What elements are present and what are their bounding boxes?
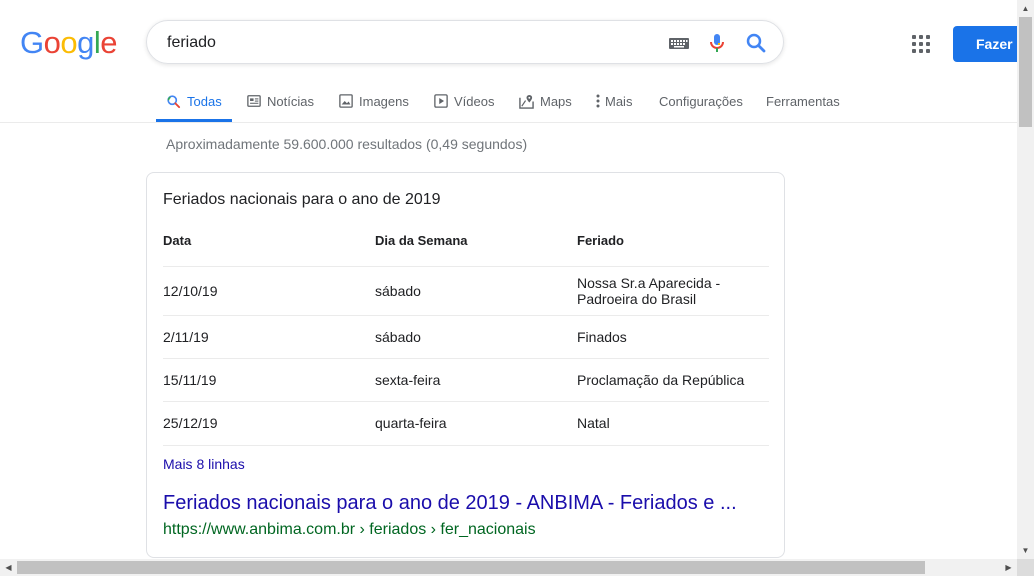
tab-label: Configurações (659, 93, 743, 109)
column-header-date: Data (163, 233, 192, 248)
tab-label: Notícias (267, 93, 314, 109)
news-icon (247, 94, 261, 108)
tab-configuracoes[interactable]: Configurações (659, 81, 743, 121)
search-icon[interactable] (744, 31, 768, 55)
horizontal-scroll-thumb[interactable] (17, 561, 925, 574)
vertical-scroll-thumb[interactable] (1019, 17, 1032, 127)
cell-date: 25/12/19 (163, 415, 218, 431)
scroll-right-arrow-icon[interactable]: ▶ (1000, 559, 1017, 576)
cell-holiday: Natal (577, 415, 610, 431)
cell-holiday: Proclamação da República (577, 372, 745, 388)
scroll-left-arrow-icon[interactable]: ◀ (0, 559, 17, 576)
cell-date: 2/11/19 (163, 329, 209, 345)
scroll-down-arrow-icon[interactable]: ▼ (1017, 542, 1034, 559)
table-row: 12/10/19 sábado Nossa Sr.a Aparecida - P… (163, 266, 769, 316)
result-url[interactable]: https://www.anbima.com.br › feriados › f… (163, 521, 536, 539)
tab-label: Maps (540, 93, 572, 109)
search-input[interactable]: feriado (167, 34, 216, 52)
table-row: 2/11/19 sábado Finados (163, 315, 769, 359)
tab-noticias[interactable]: Notícias (247, 81, 314, 121)
sign-in-button[interactable]: Fazer (953, 26, 1023, 62)
more-rows-link[interactable]: Mais 8 linhas (163, 456, 245, 472)
result-title-link[interactable]: Feriados nacionais para o ano de 2019 - … (163, 492, 737, 515)
scrollbar-corner (1017, 559, 1034, 576)
logo-letter: g (77, 25, 94, 60)
active-tab-indicator (156, 119, 232, 122)
cell-holiday: Nossa Sr.a Aparecida - Padroeira do Bras… (577, 275, 721, 307)
cell-holiday: Finados (577, 329, 627, 345)
cell-weekday: sexta-feira (375, 372, 441, 388)
vertical-scrollbar[interactable]: ▲ ▼ (1017, 0, 1034, 560)
cell-date: 15/11/19 (163, 372, 217, 388)
tab-videos[interactable]: Vídeos (434, 81, 494, 121)
tab-label: Vídeos (454, 93, 495, 109)
horizontal-scrollbar[interactable]: ◀ ▶ (0, 559, 1017, 576)
tab-mais[interactable]: Mais (596, 81, 632, 121)
more-vert-icon (596, 94, 600, 108)
tab-label: Ferramentas (766, 93, 840, 109)
table-row: 25/12/19 quarta-feira Natal (163, 401, 769, 446)
result-stats: Aproximadamente 59.600.000 resultados (0… (166, 136, 528, 152)
column-header-holiday: Feriado (577, 233, 624, 248)
logo-letter: G (20, 25, 44, 60)
map-icon (519, 94, 534, 109)
image-icon (339, 94, 353, 108)
microphone-icon[interactable] (705, 31, 729, 55)
cell-date: 12/10/19 (163, 283, 218, 299)
google-logo[interactable]: Google (20, 25, 118, 61)
snippet-heading: Feriados nacionais para o ano de 2019 (163, 191, 441, 208)
logo-letter: o (60, 25, 78, 60)
tab-label: Todas (187, 93, 222, 109)
video-icon (434, 94, 448, 108)
featured-snippet-card: Feriados nacionais para o ano de 2019 Da… (146, 172, 785, 558)
search-box[interactable]: feriado (146, 20, 784, 64)
tab-ferramentas[interactable]: Ferramentas (766, 81, 840, 121)
tab-label: Mais (605, 93, 633, 109)
cell-weekday: sábado (375, 283, 421, 299)
cell-weekday: quarta-feira (375, 415, 447, 431)
tab-todas[interactable]: Todas (156, 81, 232, 122)
search-tabs: Todas Notícias Imagens Vídeos Maps Mais … (0, 81, 1018, 123)
tab-label: Imagens (359, 93, 409, 109)
apps-grid-icon[interactable] (910, 33, 932, 55)
keyboard-icon[interactable] (667, 31, 691, 55)
column-header-weekday: Dia da Semana (375, 233, 468, 248)
tab-imagens[interactable]: Imagens (339, 81, 409, 121)
logo-letter: o (43, 25, 61, 60)
scroll-up-arrow-icon[interactable]: ▲ (1017, 0, 1034, 17)
search-icon (166, 94, 181, 109)
cell-weekday: sábado (375, 329, 421, 345)
tab-maps[interactable]: Maps (519, 81, 572, 121)
logo-letter: e (100, 25, 118, 60)
table-row: 15/11/19 sexta-feira Proclamação da Repú… (163, 358, 769, 402)
